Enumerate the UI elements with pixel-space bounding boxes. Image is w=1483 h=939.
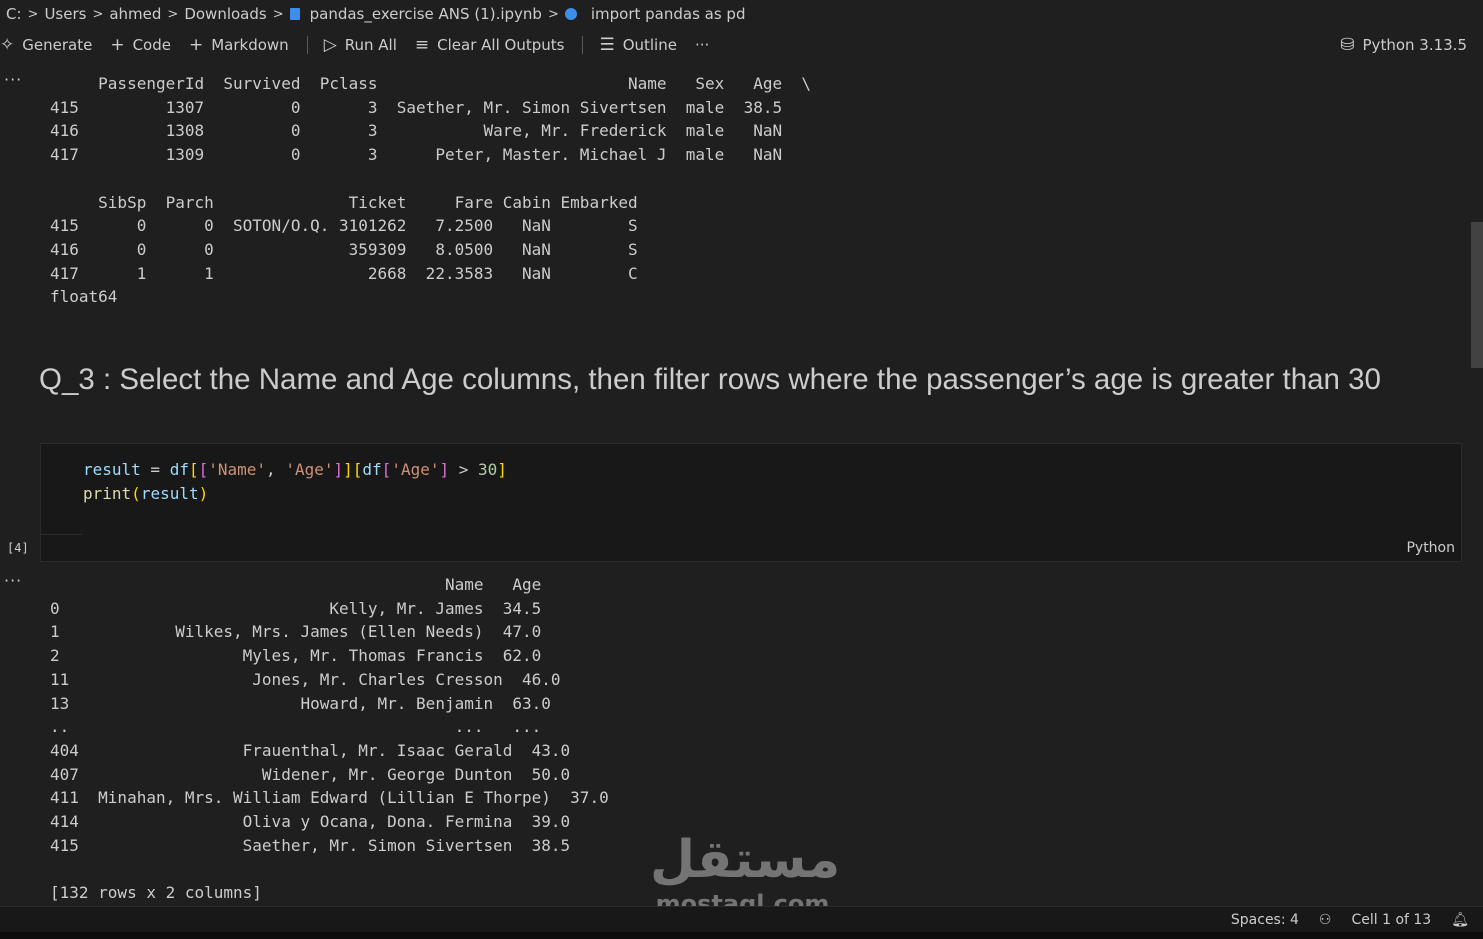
breadcrumb-notebook[interactable]: pandas_exercise ANS (1).ipynb: [310, 5, 542, 23]
watermark-logo: مستقل mostaql.com: [650, 830, 841, 918]
chevron-right-icon: >: [27, 6, 39, 22]
breadcrumb-cell[interactable]: import pandas as pd: [591, 5, 746, 23]
notebook-file-icon: [289, 8, 300, 20]
output-more-button[interactable]: ···: [4, 70, 22, 89]
add-code-button[interactable]: + Code: [110, 35, 171, 55]
code-label: Code: [132, 36, 171, 54]
cell-output-dataframe: Name Age 0 Kelly, Mr. James 34.5 1 Wilke…: [50, 575, 609, 903]
run-icon: ▷: [323, 35, 337, 55]
notebook-toolbar: ✧ Generate + Code + Markdown ▷ Run All ≡…: [0, 30, 1483, 60]
cell-status-divider: [40, 534, 82, 535]
bell-icon[interactable]: 🔔︎: [1451, 912, 1469, 928]
kernel-label: Python 3.13.5: [1362, 36, 1467, 54]
chevron-right-icon: >: [272, 6, 284, 22]
indentation-button[interactable]: Spaces: 4: [1231, 912, 1299, 928]
breadcrumb: C: > Users > ahmed > Downloads > pandas_…: [0, 0, 1483, 28]
outline-label: Outline: [622, 36, 677, 54]
list-icon: ☰: [599, 35, 615, 55]
breadcrumb-downloads[interactable]: Downloads: [184, 5, 266, 23]
code-cell[interactable]: result = df[['Name', 'Age']][df['Age'] >…: [40, 443, 1462, 562]
toolbar-divider: [306, 36, 308, 54]
breadcrumb-drive[interactable]: C:: [6, 5, 22, 23]
kernel-icon: ⛁: [1340, 35, 1355, 55]
cell-position[interactable]: Cell 1 of 13: [1351, 912, 1431, 928]
generate-label: Generate: [22, 36, 93, 54]
output-more-button[interactable]: ···: [4, 571, 22, 590]
clear-outputs-button[interactable]: ≡ Clear All Outputs: [415, 35, 565, 55]
chevron-right-icon: >: [167, 6, 179, 22]
vertical-scrollbar[interactable]: [1471, 222, 1483, 368]
code-editor[interactable]: result = df[['Name', 'Age']][df['Age'] >…: [83, 458, 507, 506]
sparkle-icon: ✧: [0, 35, 15, 55]
chevron-right-icon: >: [92, 6, 104, 22]
markdown-heading: Q_3 : Select the Name and Age columns, t…: [39, 363, 1381, 396]
copilot-icon[interactable]: ⚇: [1319, 912, 1332, 928]
run-all-label: Run All: [344, 36, 397, 54]
kernel-picker[interactable]: ⛁ Python 3.13.5: [1340, 30, 1467, 60]
breadcrumb-users[interactable]: Users: [44, 5, 86, 23]
plus-icon: +: [110, 35, 125, 55]
toolbar-divider: [582, 36, 584, 54]
clear-outputs-label: Clear All Outputs: [437, 36, 565, 54]
outline-button[interactable]: ☰ Outline: [599, 35, 677, 55]
taskbar-edge: [0, 932, 1483, 939]
python-icon: [564, 8, 577, 20]
status-bar: Spaces: 4 ⚇ Cell 1 of 13 🔔︎: [0, 906, 1483, 932]
add-markdown-button[interactable]: + Markdown: [189, 35, 289, 55]
clear-all-icon: ≡: [414, 35, 430, 55]
cell-language-button[interactable]: Python: [1406, 540, 1455, 556]
plus-icon: +: [188, 35, 204, 55]
markdown-label: Markdown: [211, 36, 289, 54]
generate-button[interactable]: ✧ Generate: [0, 35, 92, 55]
more-actions-button[interactable]: ···: [695, 36, 709, 54]
chevron-right-icon: >: [547, 6, 559, 22]
cell-output-dataframe: PassengerId Survived Pclass Name Sex Age…: [50, 74, 811, 307]
breadcrumb-ahmed[interactable]: ahmed: [109, 5, 161, 23]
execution-count: [4]: [7, 541, 29, 555]
run-all-button[interactable]: ▷ Run All: [324, 35, 397, 55]
